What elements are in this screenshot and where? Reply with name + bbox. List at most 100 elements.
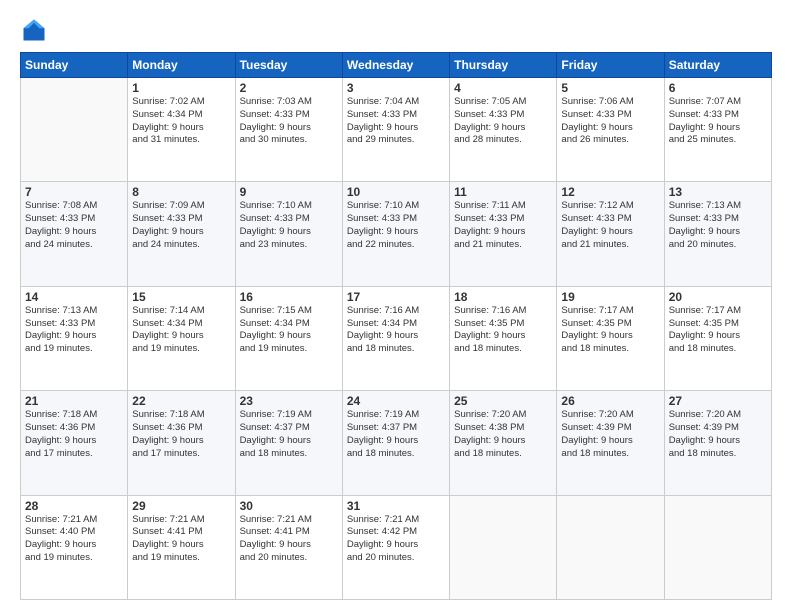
day-number: 4 [454,81,552,95]
day-number: 2 [240,81,338,95]
day-info: Sunrise: 7:10 AM Sunset: 4:33 PM Dayligh… [240,200,338,251]
day-info: Sunrise: 7:11 AM Sunset: 4:33 PM Dayligh… [454,200,552,251]
calendar-cell: 24Sunrise: 7:19 AM Sunset: 4:37 PM Dayli… [342,391,449,495]
day-number: 26 [561,394,659,408]
calendar-header: SundayMondayTuesdayWednesdayThursdayFrid… [21,53,772,78]
calendar-cell: 9Sunrise: 7:10 AM Sunset: 4:33 PM Daylig… [235,182,342,286]
day-number: 1 [132,81,230,95]
day-header-sunday: Sunday [21,53,128,78]
day-info: Sunrise: 7:16 AM Sunset: 4:35 PM Dayligh… [454,305,552,356]
calendar-cell [664,495,771,599]
calendar-cell: 30Sunrise: 7:21 AM Sunset: 4:41 PM Dayli… [235,495,342,599]
header-row: SundayMondayTuesdayWednesdayThursdayFrid… [21,53,772,78]
calendar-cell: 11Sunrise: 7:11 AM Sunset: 4:33 PM Dayli… [450,182,557,286]
day-number: 22 [132,394,230,408]
calendar-cell: 7Sunrise: 7:08 AM Sunset: 4:33 PM Daylig… [21,182,128,286]
day-number: 12 [561,185,659,199]
day-info: Sunrise: 7:09 AM Sunset: 4:33 PM Dayligh… [132,200,230,251]
day-info: Sunrise: 7:13 AM Sunset: 4:33 PM Dayligh… [25,305,123,356]
day-info: Sunrise: 7:18 AM Sunset: 4:36 PM Dayligh… [25,409,123,460]
calendar-cell: 12Sunrise: 7:12 AM Sunset: 4:33 PM Dayli… [557,182,664,286]
day-number: 19 [561,290,659,304]
day-info: Sunrise: 7:06 AM Sunset: 4:33 PM Dayligh… [561,96,659,147]
day-header-thursday: Thursday [450,53,557,78]
logo-icon [20,16,48,44]
day-number: 24 [347,394,445,408]
day-info: Sunrise: 7:17 AM Sunset: 4:35 PM Dayligh… [669,305,767,356]
day-info: Sunrise: 7:21 AM Sunset: 4:40 PM Dayligh… [25,514,123,565]
calendar-cell: 23Sunrise: 7:19 AM Sunset: 4:37 PM Dayli… [235,391,342,495]
day-number: 10 [347,185,445,199]
day-info: Sunrise: 7:20 AM Sunset: 4:39 PM Dayligh… [669,409,767,460]
day-number: 11 [454,185,552,199]
day-number: 28 [25,499,123,513]
calendar-cell: 31Sunrise: 7:21 AM Sunset: 4:42 PM Dayli… [342,495,449,599]
calendar-cell [21,78,128,182]
day-info: Sunrise: 7:08 AM Sunset: 4:33 PM Dayligh… [25,200,123,251]
day-info: Sunrise: 7:21 AM Sunset: 4:41 PM Dayligh… [240,514,338,565]
calendar-cell: 17Sunrise: 7:16 AM Sunset: 4:34 PM Dayli… [342,286,449,390]
day-number: 13 [669,185,767,199]
day-number: 20 [669,290,767,304]
day-info: Sunrise: 7:16 AM Sunset: 4:34 PM Dayligh… [347,305,445,356]
day-number: 17 [347,290,445,304]
header [20,16,772,44]
day-number: 29 [132,499,230,513]
calendar-cell: 14Sunrise: 7:13 AM Sunset: 4:33 PM Dayli… [21,286,128,390]
calendar-table: SundayMondayTuesdayWednesdayThursdayFrid… [20,52,772,600]
day-info: Sunrise: 7:20 AM Sunset: 4:39 PM Dayligh… [561,409,659,460]
calendar-cell: 26Sunrise: 7:20 AM Sunset: 4:39 PM Dayli… [557,391,664,495]
day-info: Sunrise: 7:04 AM Sunset: 4:33 PM Dayligh… [347,96,445,147]
week-row-0: 1Sunrise: 7:02 AM Sunset: 4:34 PM Daylig… [21,78,772,182]
day-number: 9 [240,185,338,199]
calendar-cell: 13Sunrise: 7:13 AM Sunset: 4:33 PM Dayli… [664,182,771,286]
day-info: Sunrise: 7:18 AM Sunset: 4:36 PM Dayligh… [132,409,230,460]
day-number: 30 [240,499,338,513]
day-number: 16 [240,290,338,304]
day-info: Sunrise: 7:19 AM Sunset: 4:37 PM Dayligh… [347,409,445,460]
day-info: Sunrise: 7:02 AM Sunset: 4:34 PM Dayligh… [132,96,230,147]
calendar-cell: 8Sunrise: 7:09 AM Sunset: 4:33 PM Daylig… [128,182,235,286]
day-number: 21 [25,394,123,408]
calendar-cell: 10Sunrise: 7:10 AM Sunset: 4:33 PM Dayli… [342,182,449,286]
week-row-4: 28Sunrise: 7:21 AM Sunset: 4:40 PM Dayli… [21,495,772,599]
day-number: 25 [454,394,552,408]
day-number: 8 [132,185,230,199]
day-number: 3 [347,81,445,95]
day-header-wednesday: Wednesday [342,53,449,78]
week-row-2: 14Sunrise: 7:13 AM Sunset: 4:33 PM Dayli… [21,286,772,390]
week-row-3: 21Sunrise: 7:18 AM Sunset: 4:36 PM Dayli… [21,391,772,495]
week-row-1: 7Sunrise: 7:08 AM Sunset: 4:33 PM Daylig… [21,182,772,286]
day-info: Sunrise: 7:14 AM Sunset: 4:34 PM Dayligh… [132,305,230,356]
day-number: 14 [25,290,123,304]
calendar-cell: 20Sunrise: 7:17 AM Sunset: 4:35 PM Dayli… [664,286,771,390]
day-number: 23 [240,394,338,408]
calendar-body: 1Sunrise: 7:02 AM Sunset: 4:34 PM Daylig… [21,78,772,600]
calendar-cell: 15Sunrise: 7:14 AM Sunset: 4:34 PM Dayli… [128,286,235,390]
day-header-tuesday: Tuesday [235,53,342,78]
calendar-cell: 28Sunrise: 7:21 AM Sunset: 4:40 PM Dayli… [21,495,128,599]
day-header-friday: Friday [557,53,664,78]
day-info: Sunrise: 7:19 AM Sunset: 4:37 PM Dayligh… [240,409,338,460]
day-number: 18 [454,290,552,304]
day-number: 7 [25,185,123,199]
calendar-cell: 27Sunrise: 7:20 AM Sunset: 4:39 PM Dayli… [664,391,771,495]
calendar-cell: 18Sunrise: 7:16 AM Sunset: 4:35 PM Dayli… [450,286,557,390]
day-header-monday: Monday [128,53,235,78]
calendar-cell: 22Sunrise: 7:18 AM Sunset: 4:36 PM Dayli… [128,391,235,495]
logo [20,16,52,44]
day-info: Sunrise: 7:21 AM Sunset: 4:41 PM Dayligh… [132,514,230,565]
calendar-cell: 16Sunrise: 7:15 AM Sunset: 4:34 PM Dayli… [235,286,342,390]
day-info: Sunrise: 7:20 AM Sunset: 4:38 PM Dayligh… [454,409,552,460]
day-info: Sunrise: 7:07 AM Sunset: 4:33 PM Dayligh… [669,96,767,147]
calendar-cell: 3Sunrise: 7:04 AM Sunset: 4:33 PM Daylig… [342,78,449,182]
day-info: Sunrise: 7:12 AM Sunset: 4:33 PM Dayligh… [561,200,659,251]
calendar-cell: 2Sunrise: 7:03 AM Sunset: 4:33 PM Daylig… [235,78,342,182]
day-number: 15 [132,290,230,304]
page: SundayMondayTuesdayWednesdayThursdayFrid… [0,0,792,612]
day-info: Sunrise: 7:13 AM Sunset: 4:33 PM Dayligh… [669,200,767,251]
day-info: Sunrise: 7:03 AM Sunset: 4:33 PM Dayligh… [240,96,338,147]
day-number: 27 [669,394,767,408]
day-info: Sunrise: 7:10 AM Sunset: 4:33 PM Dayligh… [347,200,445,251]
day-info: Sunrise: 7:21 AM Sunset: 4:42 PM Dayligh… [347,514,445,565]
